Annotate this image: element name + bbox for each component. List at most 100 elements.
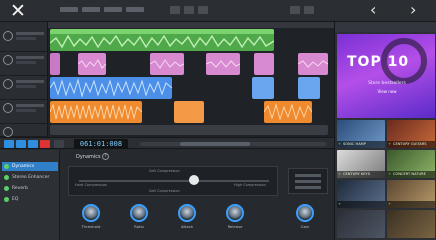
compression-slider-thumb[interactable] bbox=[189, 175, 199, 185]
toolbar-button[interactable] bbox=[304, 6, 314, 14]
track-header[interactable] bbox=[0, 52, 48, 76]
store-tile[interactable]: + SONIC HAMP bbox=[337, 120, 385, 148]
effect-item-eq[interactable]: EQ bbox=[2, 195, 58, 204]
audio-clip-pink[interactable] bbox=[254, 53, 274, 75]
knob-ratio[interactable]: Ratio bbox=[128, 204, 150, 234]
track-header[interactable] bbox=[0, 28, 48, 52]
store-tile[interactable]: + CONCERT NATURE bbox=[387, 150, 435, 178]
audio-clip-pink[interactable] bbox=[206, 53, 240, 75]
instrument-icon bbox=[3, 31, 13, 41]
chevron-left-icon[interactable]: ‹ bbox=[370, 1, 376, 19]
store-tile[interactable]: + bbox=[337, 180, 385, 208]
knob-attack[interactable]: Attack bbox=[176, 204, 198, 234]
instrument-icon bbox=[3, 127, 13, 137]
audio-clip-pink[interactable] bbox=[78, 53, 106, 75]
loop-button[interactable] bbox=[54, 140, 64, 148]
add-icon[interactable]: + bbox=[338, 141, 341, 148]
record-button[interactable] bbox=[40, 140, 50, 148]
knob-threshold[interactable]: Threshold bbox=[80, 204, 102, 234]
audio-clip-orange[interactable] bbox=[264, 101, 312, 123]
track-header[interactable] bbox=[0, 76, 48, 100]
horizontal-scrollbar[interactable] bbox=[140, 142, 326, 146]
track-controls[interactable] bbox=[16, 61, 36, 64]
menu-bar bbox=[60, 7, 150, 13]
rewind-button[interactable] bbox=[4, 140, 14, 148]
add-icon[interactable]: + bbox=[388, 141, 391, 148]
dynamics-panel: Dynamics ? Soft Compression Hard Compres… bbox=[62, 150, 334, 240]
audio-clip-gray[interactable] bbox=[50, 125, 328, 135]
audio-clip-blue[interactable] bbox=[298, 77, 320, 99]
effect-item-reverb[interactable]: Reverb bbox=[2, 184, 58, 193]
audio-clip-green[interactable] bbox=[50, 29, 274, 51]
track-header[interactable] bbox=[0, 124, 48, 137]
track-header-column bbox=[0, 22, 48, 137]
audio-clip-orange[interactable] bbox=[50, 101, 142, 123]
track-controls[interactable] bbox=[16, 109, 36, 112]
knob-gain[interactable]: Gain bbox=[294, 204, 316, 234]
store-tile[interactable] bbox=[337, 210, 385, 238]
store-tile[interactable]: + bbox=[387, 180, 435, 208]
knob-dial[interactable] bbox=[226, 204, 244, 222]
tile-caption: + bbox=[337, 201, 385, 208]
slider-label-left: Hard Compression bbox=[75, 183, 108, 187]
timeline-ruler[interactable] bbox=[48, 22, 334, 28]
tile-caption: + CENTURY KEYS bbox=[337, 171, 385, 178]
chevron-right-icon[interactable]: › bbox=[410, 1, 416, 19]
tile-label: CENTURY KEYS bbox=[343, 172, 371, 176]
close-icon[interactable]: ✕ bbox=[10, 2, 30, 21]
track-controls[interactable] bbox=[16, 37, 36, 40]
effect-label: Stereo Enhancer bbox=[12, 175, 50, 180]
store-tile[interactable]: + CENTURY KEYS bbox=[337, 150, 385, 178]
audio-clip-blue[interactable] bbox=[252, 77, 274, 99]
audio-clip-blue[interactable] bbox=[50, 77, 172, 99]
arrangement-area[interactable] bbox=[48, 22, 334, 137]
store-tile[interactable] bbox=[387, 210, 435, 238]
knob-dial[interactable] bbox=[130, 204, 148, 222]
knob-dial[interactable] bbox=[296, 204, 314, 222]
help-icon[interactable]: ? bbox=[102, 153, 109, 160]
power-led-icon[interactable] bbox=[4, 175, 9, 180]
slider-label-top: Soft Compression bbox=[149, 169, 180, 173]
effect-item-stereo[interactable]: Stereo Enhancer bbox=[2, 173, 58, 182]
menu-item[interactable] bbox=[82, 7, 100, 12]
knob-label: Threshold bbox=[81, 224, 101, 229]
instrument-icon bbox=[3, 79, 13, 89]
track-name-placeholder bbox=[16, 32, 44, 35]
audio-clip-orange[interactable] bbox=[174, 101, 204, 123]
audio-clip-pink[interactable] bbox=[150, 53, 184, 75]
knob-label: Attack bbox=[180, 224, 194, 229]
knob-dial[interactable] bbox=[82, 204, 100, 222]
track-header[interactable] bbox=[0, 100, 48, 124]
track-controls[interactable] bbox=[16, 85, 36, 88]
audio-clip-pink[interactable] bbox=[298, 53, 328, 75]
scroll-thumb[interactable] bbox=[180, 142, 250, 146]
top10-banner[interactable]: TOP 10 Store bestsellers View now bbox=[337, 34, 435, 118]
toolbar-button[interactable] bbox=[170, 6, 180, 14]
menu-item[interactable] bbox=[104, 7, 122, 12]
knob-release[interactable]: Release bbox=[224, 204, 246, 234]
tile-caption: + bbox=[387, 201, 435, 208]
knob-dial[interactable] bbox=[178, 204, 196, 222]
power-led-icon[interactable] bbox=[4, 186, 9, 191]
toolbar-button[interactable] bbox=[198, 6, 208, 14]
power-led-icon[interactable] bbox=[4, 197, 9, 202]
stop-button[interactable] bbox=[16, 140, 26, 148]
store-tile[interactable]: + CENTURY GUITARS bbox=[387, 120, 435, 148]
menu-item[interactable] bbox=[60, 7, 78, 12]
add-icon[interactable]: + bbox=[388, 201, 391, 208]
audio-clip-pink[interactable] bbox=[50, 53, 60, 75]
power-led-icon[interactable] bbox=[4, 164, 9, 169]
toolbar-button[interactable] bbox=[184, 6, 194, 14]
meter-bar bbox=[295, 180, 321, 183]
toolbar-button[interactable] bbox=[290, 6, 300, 14]
tile-caption: + CENTURY GUITARS bbox=[387, 141, 435, 148]
add-icon[interactable]: + bbox=[338, 171, 341, 178]
add-icon[interactable]: + bbox=[388, 171, 391, 178]
compression-slider-track[interactable] bbox=[79, 180, 269, 182]
banner-link[interactable]: View now bbox=[347, 89, 427, 94]
play-button[interactable] bbox=[28, 140, 38, 148]
menu-item[interactable] bbox=[126, 7, 144, 12]
tile-caption: + SONIC HAMP bbox=[337, 141, 385, 148]
add-icon[interactable]: + bbox=[338, 201, 341, 208]
effect-item-dynamics[interactable]: Dynamics bbox=[2, 162, 58, 171]
